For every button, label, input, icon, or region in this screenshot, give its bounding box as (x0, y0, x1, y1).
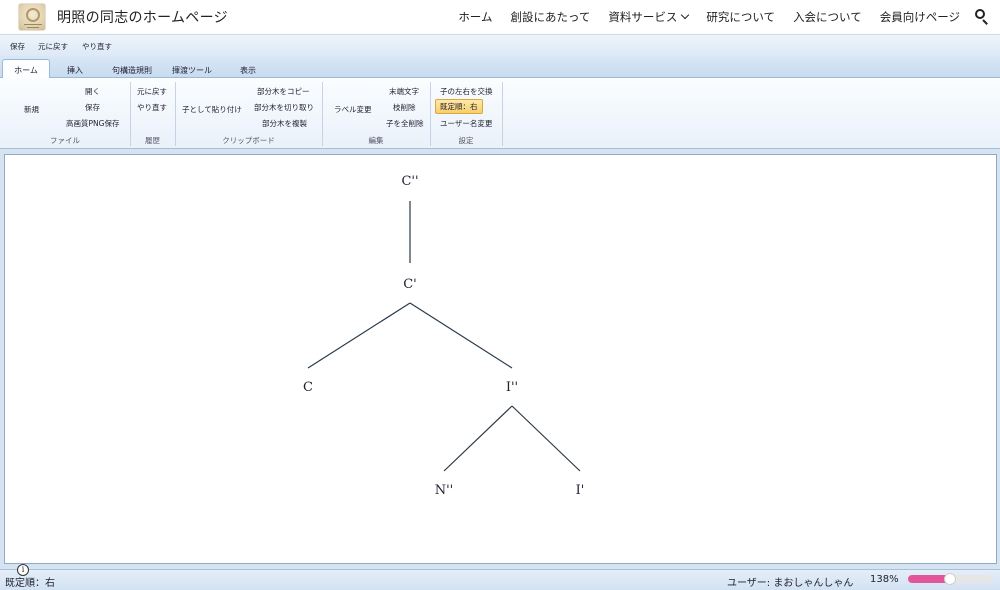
nav-members[interactable]: 会員向けページ (880, 9, 960, 25)
site-nav: ホーム 創設にあたって 資料サービス 研究について 入会について 会員向けページ (440, 9, 960, 25)
group-label-edit: 編集 (368, 136, 384, 145)
save-png-button[interactable]: 高画質PNG保存 (66, 118, 119, 129)
quick-access-toolbar: 保存 元に戻す やり直す (0, 34, 1000, 56)
nav-home[interactable]: ホーム (458, 9, 492, 25)
group-label-clipboard: クリップボード (222, 136, 275, 145)
tree-edge (511, 405, 581, 472)
tree-node-c-bar[interactable]: C' (403, 277, 417, 292)
duplicate-subtree-button[interactable]: 部分木を複製 (262, 118, 307, 129)
tab-view[interactable]: 表示 (230, 60, 266, 78)
nav-resources[interactable]: 資料サービス (608, 9, 690, 25)
site-title[interactable]: 明照の同志のホームページ (57, 7, 228, 27)
tab-tools[interactable]: 揮渡ツール (166, 60, 218, 78)
tab-phrase-rules[interactable]: 句構造規則 (104, 60, 160, 78)
change-username-button[interactable]: ユーザー名変更 (440, 118, 492, 129)
logo-line (27, 27, 39, 28)
quick-redo-button[interactable]: やり直す (82, 41, 112, 52)
cut-subtree-button[interactable]: 部分木を切り取り (254, 102, 314, 113)
tree-canvas[interactable]: C'' C' C I'' N'' I' (4, 154, 997, 564)
new-button[interactable]: 新規 (24, 104, 39, 115)
tab-home[interactable]: ホーム (2, 59, 50, 79)
canvas-area: C'' C' C I'' N'' I' (0, 149, 1000, 569)
nav-research[interactable]: 研究について (706, 9, 775, 25)
ribbon: 新規 開く 保存 高画質PNG保存 ファイル 元に戻す やり直す 履歴 子として… (0, 78, 1000, 149)
zoom-level: 138% (870, 574, 899, 585)
ribbon-tabs: ホーム 挿入 句構造規則 揮渡ツール 表示 (0, 56, 1000, 79)
default-order-button[interactable]: 既定順：右 (435, 99, 483, 114)
nav-resources-label: 資料サービス (608, 10, 678, 24)
paste-as-child-button[interactable]: 子として貼り付け (182, 104, 242, 115)
logo-line (24, 24, 42, 25)
tree-node-i-double-bar[interactable]: I'' (506, 380, 518, 395)
change-label-button[interactable]: ラベル変更 (334, 104, 372, 115)
logo-emblem (26, 8, 40, 22)
undo-button[interactable]: 元に戻す (137, 86, 167, 97)
copy-subtree-button[interactable]: 部分木をコピー (257, 86, 310, 97)
status-default-order: 既定順：右 (5, 578, 55, 589)
delete-branch-button[interactable]: 枝削除 (393, 102, 416, 113)
tree-edge (307, 302, 411, 369)
redo-button[interactable]: やり直す (137, 102, 167, 113)
delete-children-button[interactable]: 子を全削除 (386, 118, 424, 129)
chevron-down-icon (681, 10, 690, 20)
nav-founding[interactable]: 創設にあたって (510, 9, 590, 25)
tree-node-n-double-bar[interactable]: N'' (435, 483, 454, 498)
group-label-history: 履歴 (145, 136, 160, 145)
terminal-text-button[interactable]: 末端文字 (389, 86, 419, 97)
tree-edge (443, 405, 513, 472)
nav-join[interactable]: 入会について (793, 9, 862, 25)
status-user: ユーザー: まおしゃんしゃん (727, 578, 854, 589)
group-label-file: ファイル (50, 136, 80, 145)
quick-undo-button[interactable]: 元に戻す (38, 41, 68, 52)
swap-children-button[interactable]: 子の左右を交換 (440, 86, 493, 97)
zoom-slider[interactable] (908, 573, 992, 585)
syntax-tree: C'' C' C I'' N'' I' (303, 174, 585, 498)
quick-save-button[interactable]: 保存 (10, 41, 25, 52)
tree-edge (409, 302, 513, 369)
save-button[interactable]: 保存 (85, 102, 100, 113)
zoom-slider-thumb[interactable] (944, 573, 956, 585)
tree-node-c[interactable]: C (303, 380, 313, 395)
tree-node-c-double-bar[interactable]: C'' (401, 174, 418, 189)
search-icon[interactable] (975, 9, 989, 25)
group-label-settings: 設定 (458, 136, 474, 145)
tab-insert[interactable]: 挿入 (55, 60, 95, 78)
tree-node-i-bar[interactable]: I' (576, 483, 585, 498)
site-header: 明照の同志のホームページ ホーム 創設にあたって 資料サービス 研究について 入… (0, 0, 1000, 34)
group-divider (502, 82, 503, 146)
open-button[interactable]: 開く (85, 86, 100, 97)
site-logo[interactable] (18, 3, 46, 31)
status-bar: i 既定順：右 ユーザー: まおしゃんしゃん 138% (0, 564, 1000, 590)
